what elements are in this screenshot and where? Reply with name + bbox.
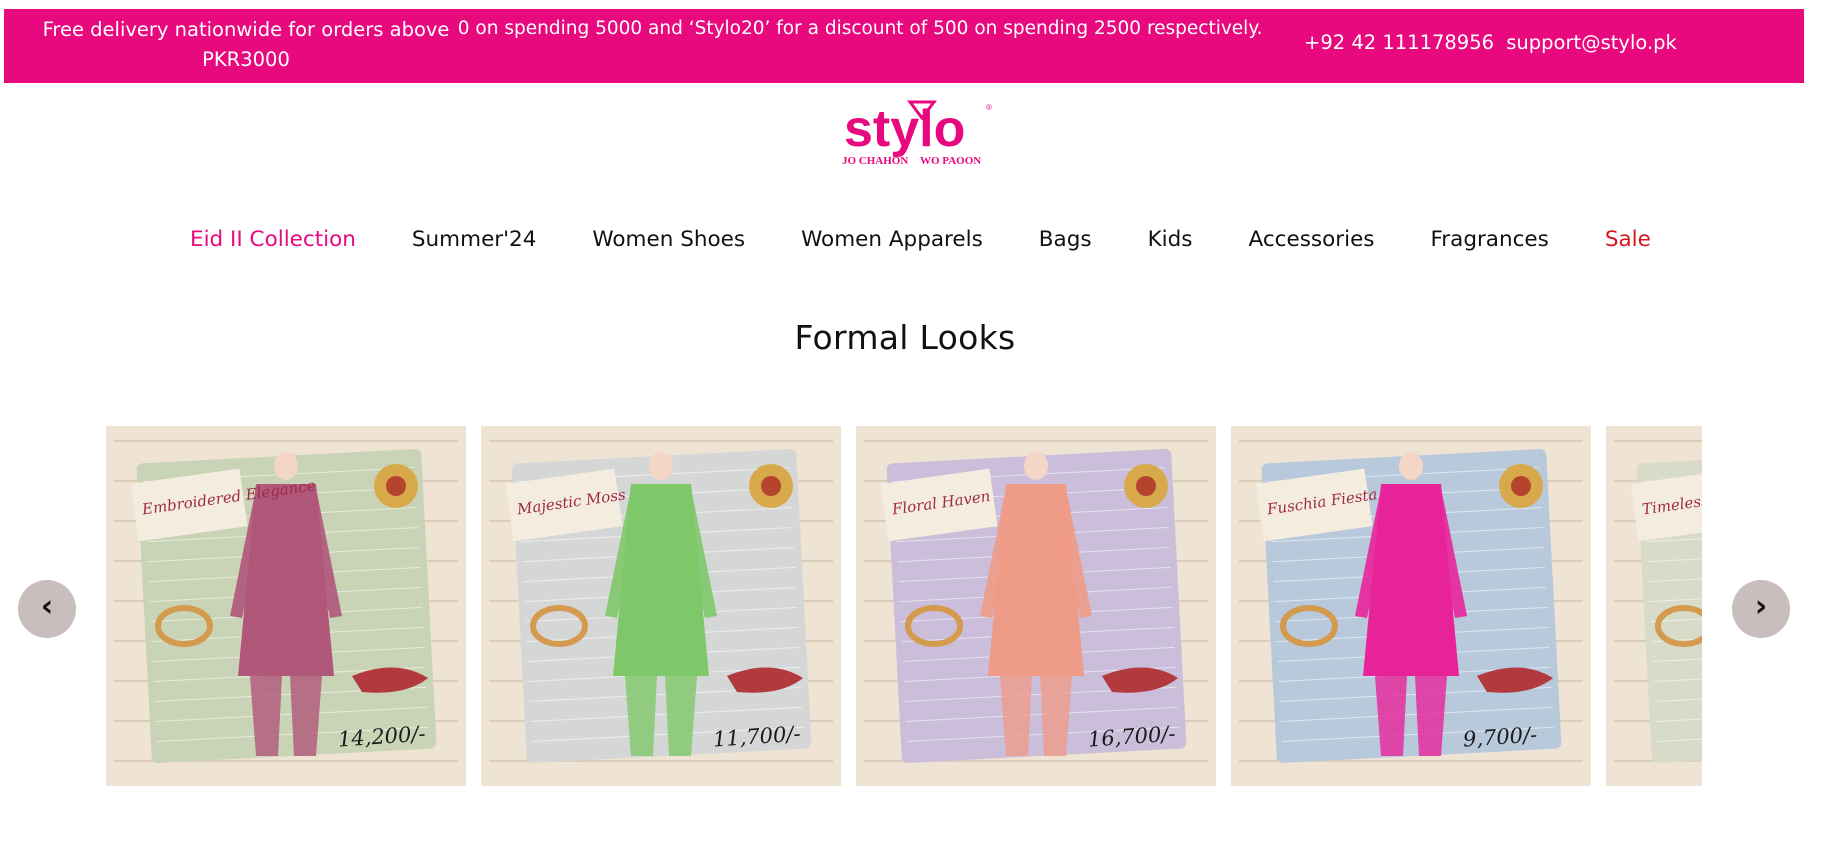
logo-tagline-left: JO CHAHON [842, 155, 908, 167]
look-card-image: Floral Haven16,700/- [856, 426, 1216, 786]
registered-mark: ® [986, 103, 992, 112]
nav-sale[interactable]: Sale [1605, 224, 1651, 256]
look-card[interactable]: Majestic Moss 11,700/- [481, 426, 841, 786]
logo-tagline-right: WO PAOON [920, 155, 981, 167]
section-title: Formal Looks [794, 318, 1016, 357]
backdrop-line [1614, 440, 1702, 442]
main-nav: Eid II Collection Summer'24 Women Shoes … [190, 224, 1651, 256]
nav-fragrances[interactable]: Fragrances [1431, 224, 1549, 256]
model-head [1399, 452, 1423, 480]
nav-bags[interactable]: Bags [1039, 224, 1092, 256]
nav-kids[interactable]: Kids [1148, 224, 1193, 256]
look-card[interactable]: Floral Haven 16,700/- [856, 426, 1216, 786]
model-head [649, 452, 673, 480]
earring-stone [761, 476, 781, 496]
promo-bar: Free delivery nationwide for orders abov… [4, 9, 1804, 83]
nav-accessories[interactable]: Accessories [1249, 224, 1375, 256]
promo-marquee: 00 on spending 5000 and ‘Stylo20’ for a … [458, 17, 1288, 41]
look-card-image: Timeless Charm11,700/- [1606, 426, 1702, 786]
email-link[interactable]: support@stylo.pk [1506, 31, 1677, 54]
nav-summer24[interactable]: Summer'24 [412, 224, 537, 256]
carousel-next-button[interactable]: › [1732, 580, 1790, 638]
earring-stone [1511, 476, 1531, 496]
earring-stone [1136, 476, 1156, 496]
look-card[interactable]: Embroidered Elegance 14,200/- [106, 426, 466, 786]
look-card-image: Majestic Moss11,700/- [481, 426, 841, 786]
logo-graphic: stylo JO CHAHON WO PAOON ® [842, 100, 992, 167]
look-card[interactable]: Timeless Charm11,700/- [1606, 426, 1702, 786]
backdrop-line [489, 440, 833, 442]
chevron-left-icon: ‹ [40, 589, 54, 624]
model-head [1024, 452, 1048, 480]
backdrop-line [114, 440, 458, 442]
earring-stone [386, 476, 406, 496]
nav-eid-ii-collection[interactable]: Eid II Collection [190, 224, 356, 256]
stylo-logo[interactable]: stylo JO CHAHON WO PAOON ® [838, 96, 998, 178]
look-card[interactable]: Fuschia Fiesta 9,700/- [1231, 426, 1591, 786]
free-delivery-text: Free delivery nationwide for orders abov… [42, 18, 450, 71]
chevron-right-icon: › [1754, 589, 1768, 624]
promo-offer-text: 00 on spending 5000 and ‘Stylo20’ for a … [458, 18, 1263, 39]
model-head [274, 452, 298, 480]
contact-info: +92 42 111178956 support@stylo.pk [1304, 23, 1677, 63]
backdrop-line [1239, 440, 1583, 442]
look-card-image: Embroidered Elegance14,200/- [106, 426, 466, 786]
nav-women-apparels[interactable]: Women Apparels [801, 224, 983, 256]
look-card-image: Fuschia Fiesta9,700/- [1231, 426, 1591, 786]
phone-link[interactable]: +92 42 111178956 [1304, 31, 1494, 54]
formal-looks-carousel[interactable]: Embroidered Elegance 14,200/- Majestic Mos… [106, 426, 1702, 786]
nav-women-shoes[interactable]: Women Shoes [592, 224, 745, 256]
backdrop-line [864, 440, 1208, 442]
carousel-prev-button[interactable]: ‹ [18, 580, 76, 638]
logo-wordmark: stylo [844, 100, 965, 158]
